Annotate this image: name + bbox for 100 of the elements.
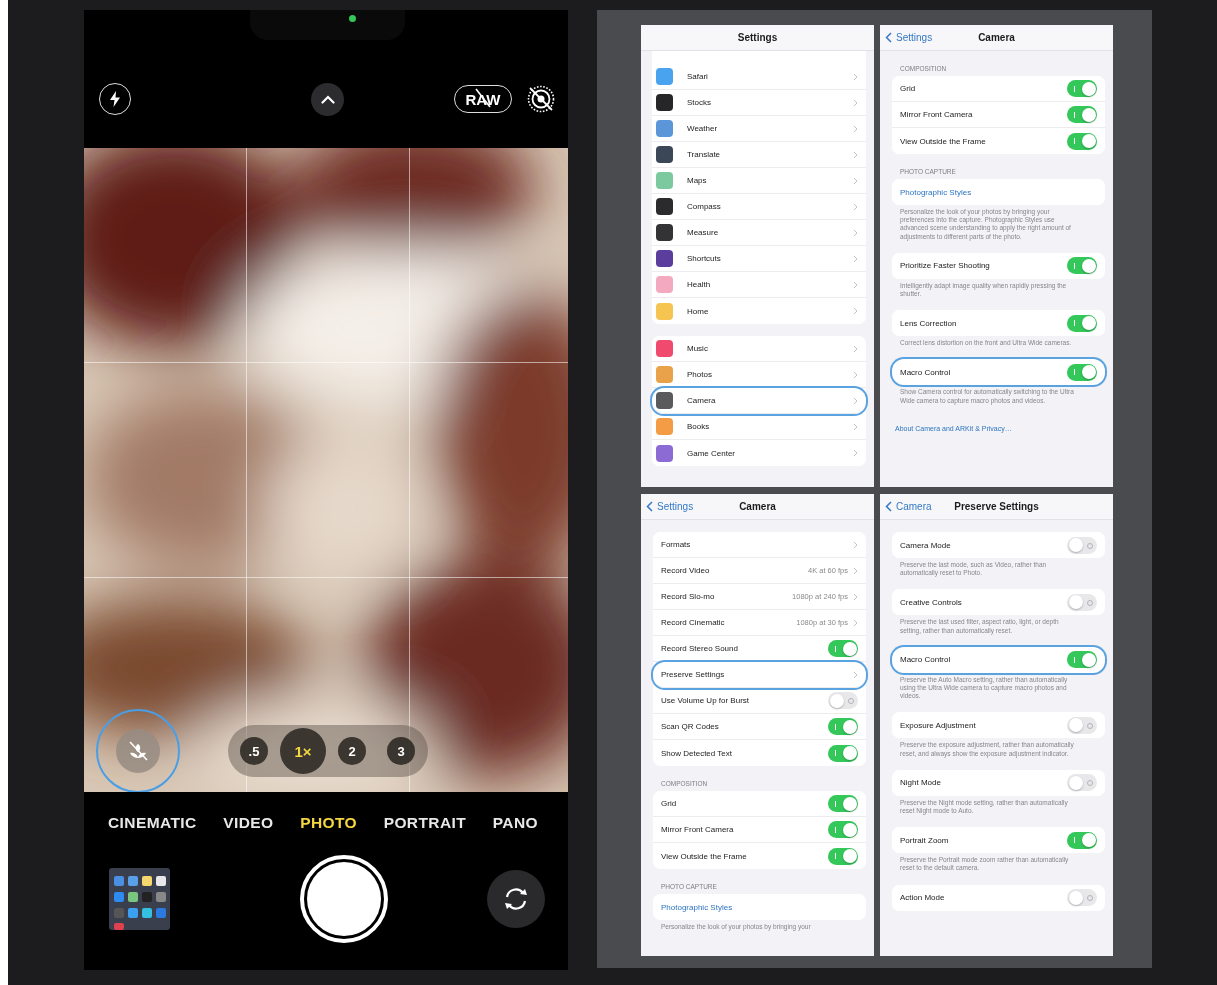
live-photo-off-icon[interactable] (526, 84, 556, 114)
expand-controls-button[interactable] (311, 82, 344, 116)
settings-row[interactable]: Creative Controls (892, 589, 1105, 616)
toggle-switch[interactable] (828, 744, 858, 762)
back-chevron-icon (646, 501, 653, 512)
settings-row[interactable]: Mirror Front Camera (653, 817, 866, 843)
chevron-up-icon (320, 94, 335, 104)
chevron-icon (853, 449, 858, 457)
mode-tab[interactable]: PHOTO (300, 814, 357, 832)
settings-row[interactable]: Health (652, 272, 866, 298)
settings-row[interactable]: Show Detected Text (653, 740, 866, 766)
toggle-switch[interactable] (828, 821, 858, 838)
settings-row[interactable]: Action Mode (892, 884, 1105, 911)
settings-row[interactable]: Game Center (652, 440, 866, 466)
toggle-switch[interactable] (828, 640, 858, 657)
chevron-icon (853, 280, 858, 289)
row-label: Mirror Front Camera (900, 110, 974, 119)
settings-row[interactable]: Photographic Styles (653, 894, 866, 920)
settings-row[interactable]: Maps (652, 168, 866, 194)
settings-row[interactable]: Night Mode (892, 769, 1105, 796)
toggle-switch[interactable] (1067, 80, 1097, 97)
toggle-switch[interactable] (828, 718, 858, 735)
mode-tab[interactable]: CINEMATIC (108, 814, 197, 832)
settings-row[interactable]: Camera Mode (892, 532, 1105, 558)
settings-row[interactable]: View Outside the Frame (653, 843, 866, 869)
mode-tab[interactable]: PANO (492, 814, 538, 832)
settings-row[interactable]: Preserve Settings (653, 662, 866, 688)
toggle-switch[interactable] (828, 847, 858, 865)
chevron-icon (853, 396, 858, 405)
row-label: Camera Mode (900, 540, 952, 550)
settings-row[interactable]: Translate (652, 142, 866, 168)
settings-row[interactable]: Use Volume Up for Burst (653, 688, 866, 714)
row-label: Grid (661, 799, 678, 808)
toggle-switch[interactable] (828, 692, 858, 709)
settings-row[interactable]: Shortcuts (652, 246, 866, 272)
row-label: Exposure Adjustment (900, 720, 977, 730)
toggle-switch[interactable] (1067, 536, 1097, 554)
settings-row[interactable]: Scan QR Codes (653, 714, 866, 740)
settings-row[interactable]: Macro Control (892, 646, 1105, 673)
settings-row[interactable]: Books (652, 414, 866, 440)
toggle-switch[interactable] (828, 795, 858, 812)
toggle-switch[interactable] (1067, 716, 1097, 734)
chevron-icon (853, 98, 858, 107)
chevron-icon (853, 344, 858, 353)
toggle-switch[interactable] (1067, 314, 1097, 332)
settings-row[interactable]: Formats (653, 532, 866, 558)
settings-row[interactable]: Photographic Styles (892, 179, 1105, 205)
row-label: Record Stereo Sound (661, 644, 739, 653)
settings-row[interactable]: Photos (652, 362, 866, 388)
toggle-switch[interactable] (1067, 831, 1097, 849)
toggle-switch[interactable] (1067, 889, 1097, 907)
settings-row[interactable]: Record Stereo Sound (653, 636, 866, 662)
back-button[interactable]: Camera (885, 501, 932, 512)
chevron-icon (853, 254, 858, 263)
row-label: Music (687, 344, 709, 353)
mode-tab[interactable]: VIDEO (223, 814, 274, 832)
row-label: Record Video (661, 566, 711, 575)
chevron-icon (853, 618, 858, 627)
back-chevron-icon (885, 501, 892, 512)
row-label: Creative Controls (900, 597, 963, 607)
chevron-icon (853, 176, 858, 185)
toggle-switch[interactable] (1067, 363, 1097, 381)
settings-row[interactable]: Prioritize Faster Shooting (892, 252, 1105, 279)
back-button[interactable]: Settings (885, 32, 933, 43)
chevron-icon (853, 592, 858, 601)
settings-row[interactable]: Music (652, 336, 866, 362)
settings-row[interactable]: Portrait Zoom (892, 827, 1105, 854)
toggle-switch[interactable] (1067, 106, 1097, 123)
back-button[interactable]: Settings (646, 501, 694, 512)
back-chevron-icon (885, 32, 892, 43)
row-label: Use Volume Up for Burst (661, 696, 751, 705)
row-label: Night Mode (900, 778, 942, 788)
settings-row[interactable]: Grid (653, 791, 866, 817)
settings-row[interactable]: Camera (652, 388, 866, 414)
settings-row[interactable]: Lens Correction (892, 310, 1105, 337)
row-label: Portrait Zoom (900, 835, 950, 845)
settings-row[interactable]: Macro Control (892, 359, 1105, 386)
toggle-switch[interactable] (1067, 774, 1097, 792)
settings-row[interactable]: Compass (652, 194, 866, 220)
chevron-icon (853, 228, 858, 237)
settings-row[interactable]: Home (652, 298, 866, 324)
row-label: View Outside the Frame (661, 851, 748, 861)
settings-row[interactable]: Measure (652, 220, 866, 246)
row-label: Compass (687, 202, 722, 211)
toggle-switch[interactable] (1067, 593, 1097, 611)
settings-row[interactable]: View Outside the Frame (892, 128, 1105, 154)
settings-row[interactable]: Safari (652, 64, 866, 90)
settings-row[interactable]: Stocks (652, 90, 866, 116)
settings-row[interactable]: Mirror Front Camera (892, 102, 1105, 128)
toggle-switch[interactable] (1067, 257, 1097, 275)
chevron-icon (853, 370, 858, 379)
row-label: Maps (687, 176, 708, 185)
row-label: Health (687, 280, 712, 289)
toggle-switch[interactable] (1067, 132, 1097, 150)
row-label: Measure (687, 228, 720, 237)
toggle-switch[interactable] (1067, 651, 1097, 669)
settings-row[interactable]: Grid (892, 76, 1105, 102)
settings-row[interactable]: Exposure Adjustment (892, 712, 1105, 739)
mode-tab[interactable]: PORTRAIT (383, 814, 467, 832)
settings-row[interactable]: Weather (652, 116, 866, 142)
